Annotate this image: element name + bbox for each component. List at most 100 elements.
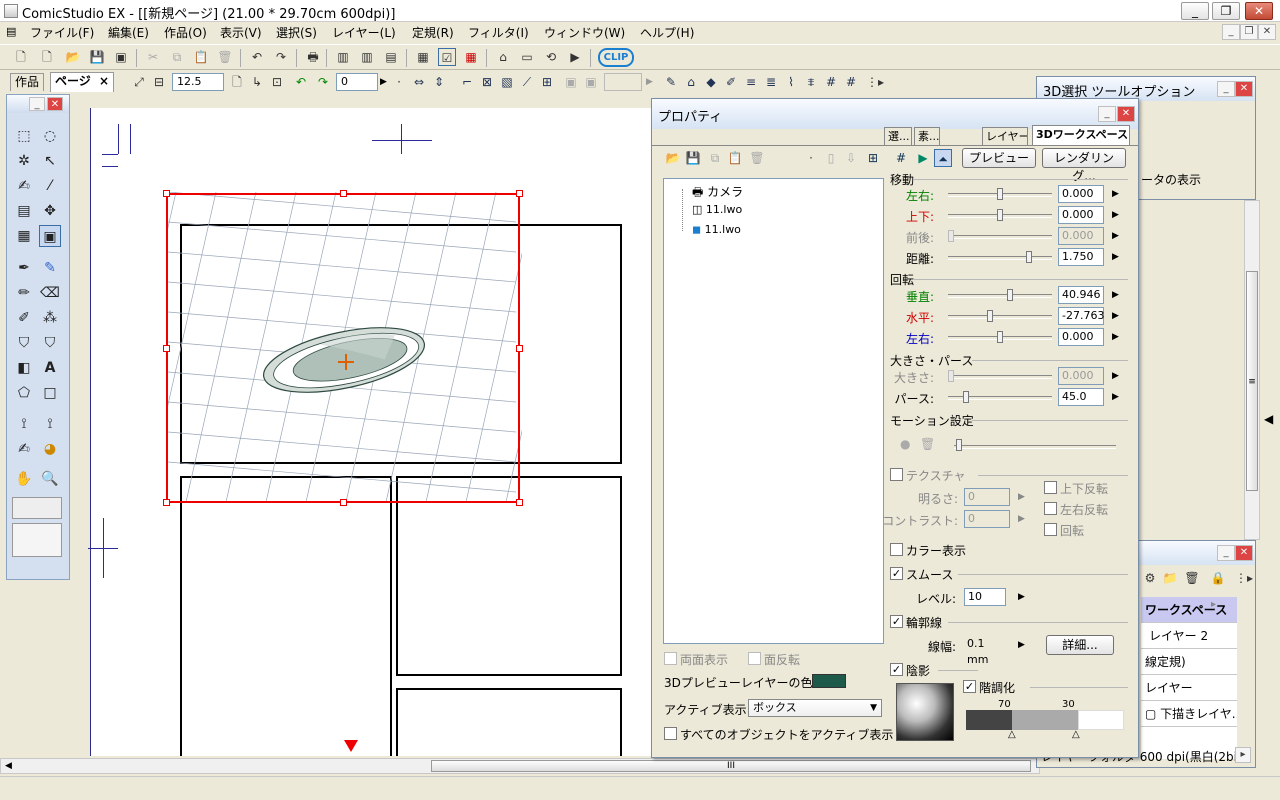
rotate-checkbox[interactable]	[1044, 523, 1057, 536]
pencil-icon[interactable]: ✏	[13, 282, 35, 304]
layer-item[interactable]: 線定規)	[1141, 649, 1237, 675]
tab-close-icon[interactable]: ×	[99, 74, 109, 88]
comic-panel-4[interactable]	[396, 688, 622, 756]
material-icon[interactable]: ⌂	[494, 48, 512, 66]
contrast-input[interactable]: 0	[964, 510, 1010, 528]
layer-lock-icon[interactable]: 🔒	[1209, 569, 1227, 587]
brightness-arrow-icon[interactable]: ▶	[1018, 492, 1025, 502]
grid-3d-icon[interactable]: ⊞	[864, 149, 882, 167]
flip-vertical-icon[interactable]: ⇕	[430, 73, 448, 91]
layer-close-button[interactable]: ✕	[1235, 545, 1253, 561]
polygon-icon[interactable]: ⬠	[13, 382, 35, 404]
page-3d-icon[interactable]: ▯	[822, 149, 840, 167]
tab-layer[interactable]: レイヤー	[982, 127, 1028, 145]
line-width-value[interactable]: 0.1 mm	[964, 636, 1006, 666]
slider-track[interactable]	[948, 315, 1052, 319]
flip-h-checkbox[interactable]	[1044, 502, 1057, 515]
tool-palette-minimize-button[interactable]: _	[29, 97, 45, 111]
slider-knob[interactable]	[963, 391, 969, 403]
panel-icon[interactable]: ▣	[562, 73, 580, 91]
fill-tool-icon[interactable]: ⛉	[13, 332, 35, 354]
new-icon[interactable]: 🗋	[12, 48, 30, 66]
slider-knob[interactable]	[987, 310, 993, 322]
value-input[interactable]: 0.000	[1058, 185, 1104, 203]
active-display-select[interactable]: ボックス ▼	[748, 699, 882, 717]
point-icon[interactable]: ·	[802, 149, 820, 167]
hatch-icon[interactable]: #	[822, 73, 840, 91]
preview-button[interactable]: プレビュー	[962, 148, 1036, 168]
smooth-level-input[interactable]: 10	[964, 588, 1006, 606]
value-input[interactable]: 0.000	[1058, 206, 1104, 224]
eyedropper-icon[interactable]: ⁄	[39, 175, 61, 197]
tab-select[interactable]: 選...	[884, 127, 912, 145]
slider-track[interactable]	[948, 256, 1052, 260]
value-arrow-icon[interactable]: ▶	[1112, 290, 1119, 300]
preview-color-swatch[interactable]	[812, 674, 846, 688]
menu-work[interactable]: 作品(O)	[164, 24, 207, 41]
gradation-checkbox[interactable]: ✓	[963, 680, 976, 693]
motion-slider[interactable]	[954, 445, 1116, 449]
download-icon[interactable]: ⇩	[842, 149, 860, 167]
layer-item[interactable]: レイヤー	[1141, 675, 1237, 701]
color-swatch-area[interactable]	[12, 497, 62, 519]
text-icon[interactable]: A	[39, 357, 61, 379]
panel-ruler-icon[interactable]: ▦	[13, 225, 35, 247]
value-arrow-icon[interactable]: ▶	[1112, 252, 1119, 262]
scroll-thumb[interactable]: III	[431, 760, 1031, 772]
delete-icon[interactable]: 🗑	[216, 48, 234, 66]
rectangle-icon[interactable]: □	[39, 382, 61, 404]
open-folder-icon[interactable]: 📂	[64, 48, 82, 66]
correct-line-icon[interactable]: ⟟	[13, 413, 35, 435]
slider-knob[interactable]	[948, 230, 954, 242]
print-icon[interactable]: 🖶	[304, 48, 322, 66]
mdi-minimize-button[interactable]: _	[1222, 24, 1240, 40]
all-active-checkbox[interactable]	[664, 727, 677, 740]
handle-top-right[interactable]	[516, 190, 523, 197]
undo-icon[interactable]: ↶	[248, 48, 266, 66]
copy-icon[interactable]: ⧉	[168, 48, 186, 66]
tab-page[interactable]: ページ ×	[50, 72, 115, 92]
comic-panel-3[interactable]	[396, 476, 622, 676]
layer-palette-icon[interactable]: ▦	[414, 48, 432, 66]
open-icon[interactable]: 📂	[664, 149, 682, 167]
motion-slider-knob[interactable]	[956, 439, 962, 451]
marker-pen-icon[interactable]: ✎	[39, 257, 61, 279]
pen-tool-icon[interactable]: ✎	[662, 73, 680, 91]
tab-work[interactable]: 作品	[10, 73, 45, 91]
handle-top[interactable]	[340, 190, 347, 197]
handle-right[interactable]	[516, 345, 523, 352]
menu-layer[interactable]: レイヤー(L)	[332, 24, 396, 41]
slider-track[interactable]	[948, 375, 1052, 379]
layer-visibility-icon[interactable]: ▸	[1211, 599, 1227, 615]
slider-knob[interactable]	[1026, 251, 1032, 263]
grid-hatch-icon[interactable]: #	[842, 73, 860, 91]
gradation-handle-1-icon[interactable]: △	[1008, 729, 1016, 740]
flip-face-checkbox[interactable]	[748, 652, 761, 665]
menu-file[interactable]: ファイル(F)	[30, 24, 94, 41]
tab-3d-workspace[interactable]: 3Dワークスペース	[1032, 125, 1130, 145]
scroll-left-icon[interactable]: ◀	[5, 761, 12, 771]
clip-button[interactable]: CLIP	[598, 48, 634, 67]
flip-horizontal-icon[interactable]: ⇔	[410, 73, 428, 91]
rect-select-icon[interactable]: ⬚	[13, 125, 35, 147]
tool-palette-close-button[interactable]: ✕	[47, 97, 63, 111]
layer-status-icon[interactable]: ▸	[1235, 747, 1251, 763]
tree-item-object[interactable]: ◫ 11.lwo	[692, 203, 742, 216]
gradient-icon[interactable]: ◧	[13, 357, 35, 379]
layer-minimize-button[interactable]: _	[1217, 545, 1235, 561]
menu-window[interactable]: ウィンドウ(W)	[544, 24, 625, 41]
value-input[interactable]: -27.763	[1058, 307, 1104, 325]
flip-v-checkbox[interactable]	[1044, 481, 1057, 494]
value-input[interactable]: 40.946	[1058, 286, 1104, 304]
layer-move-icon[interactable]: ▤	[13, 200, 35, 222]
value-arrow-icon[interactable]: ▶	[1112, 231, 1119, 241]
render-button[interactable]: レンダリング...	[1042, 148, 1126, 183]
menu-ruler[interactable]: 定規(R)	[412, 24, 454, 41]
perspective-icon[interactable]: ⟋	[518, 73, 536, 91]
page-view-icon[interactable]: ▥	[334, 48, 352, 66]
angle-arrow-icon[interactable]: ▶	[380, 77, 387, 87]
line-width-arrow-icon[interactable]: ▶	[1018, 640, 1025, 650]
delete-3d-icon[interactable]: 🗑	[748, 149, 766, 167]
effect-icon[interactable]: ⩨	[802, 73, 820, 91]
vertical-scroll-thumb[interactable]: ≡	[1246, 271, 1258, 491]
